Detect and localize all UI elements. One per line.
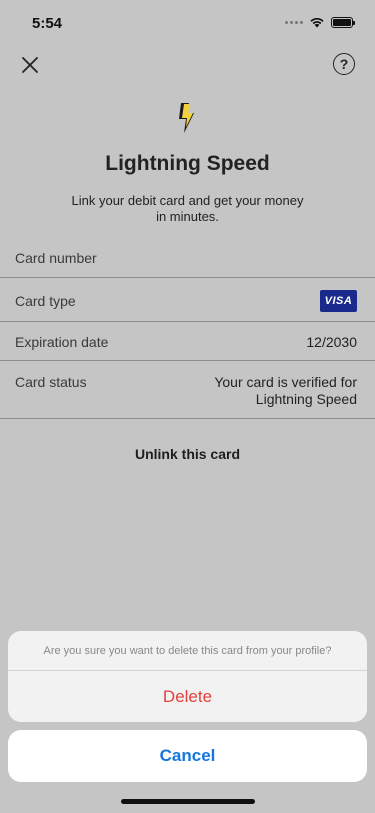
help-icon[interactable]: ?	[333, 53, 355, 75]
card-number-label: Card number	[15, 250, 97, 266]
lightning-bolt-icon	[179, 103, 194, 133]
card-number-row: Card number	[0, 243, 375, 278]
status-icons	[285, 16, 355, 28]
delete-button[interactable]: Delete	[8, 671, 367, 722]
card-status-row: Card status Your card is verified for Li…	[0, 362, 375, 419]
wifi-icon	[310, 17, 324, 28]
page-subtitle: Link your debit card and get your money …	[71, 193, 304, 224]
expiration-date-row: Expiration date 12/2030	[0, 323, 375, 361]
page-title: Lightning Speed	[105, 152, 270, 175]
card-type-label: Card type	[15, 293, 76, 309]
expiration-date-value: 12/2030	[306, 334, 357, 350]
card-status-value: Your card is verified for Lightning Spee…	[214, 374, 357, 407]
status-time: 5:54	[32, 15, 63, 32]
unlink-card-button[interactable]: Unlink this card	[0, 446, 375, 462]
expiration-date-label: Expiration date	[15, 334, 109, 350]
action-sheet: Are you sure you want to delete this car…	[8, 631, 367, 722]
cancel-button[interactable]: Cancel	[8, 730, 367, 782]
battery-icon	[331, 16, 355, 28]
action-sheet-message: Are you sure you want to delete this car…	[8, 631, 367, 671]
card-type-row: Card type	[0, 279, 375, 322]
visa-logo: VISA	[320, 290, 357, 312]
cellular-signal-icon	[285, 20, 303, 24]
home-indicator	[121, 799, 255, 804]
card-status-label: Card status	[15, 374, 87, 390]
close-icon[interactable]	[18, 53, 42, 77]
status-bar: 5:54	[0, 0, 375, 44]
